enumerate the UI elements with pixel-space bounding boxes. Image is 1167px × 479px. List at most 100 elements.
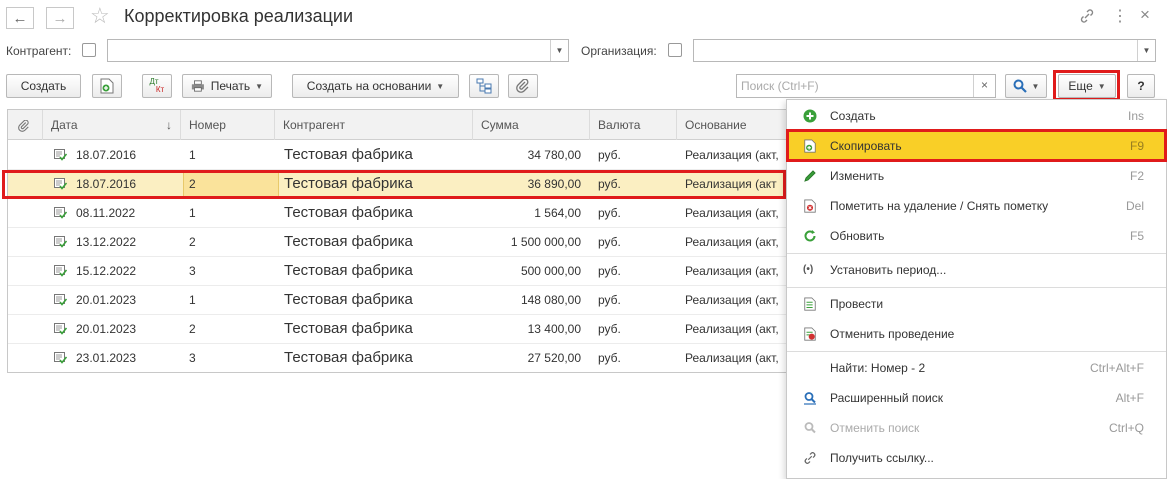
menu-item-label: Отменить проведение bbox=[830, 327, 955, 341]
paperclip-icon bbox=[516, 79, 529, 93]
menu-item-advanced-search[interactable]: Расширенный поиск Alt+F bbox=[787, 383, 1166, 413]
menu-item-shortcut: Ctrl+Q bbox=[1108, 421, 1144, 435]
menu-item-label: Отменить поиск bbox=[830, 421, 920, 435]
help-button[interactable]: ? bbox=[1127, 74, 1155, 98]
column-currency[interactable]: Валюта bbox=[590, 110, 677, 140]
table-row[interactable]: 18.07.2016 1 Тестовая фабрика 34 780,00 руб.… bbox=[8, 141, 786, 170]
menu-separator bbox=[787, 351, 1166, 352]
cell-currency: руб. bbox=[598, 264, 621, 278]
menu-item-label: Найти: Номер - 2 bbox=[830, 361, 926, 375]
refresh-icon bbox=[804, 230, 816, 242]
more-vertical-icon[interactable]: ⋮ bbox=[1112, 6, 1128, 26]
period-icon: (•) bbox=[803, 264, 814, 275]
create-based-on-button[interactable]: Создать на основании ▼ bbox=[292, 74, 459, 98]
posted-doc-icon bbox=[54, 294, 67, 306]
cell-number: 1 bbox=[189, 148, 196, 162]
posted-doc-icon bbox=[54, 149, 67, 161]
menu-item-unpost[interactable]: Отменить проведение bbox=[787, 319, 1166, 349]
cell-currency: руб. bbox=[598, 322, 621, 336]
cell-sum: 1 500 000,00 bbox=[510, 235, 581, 249]
cell-currency: руб. bbox=[598, 351, 621, 365]
table-row[interactable]: 23.01.2023 3 Тестовая фабрика 27 520,00 руб.… bbox=[8, 344, 786, 372]
chevron-down-icon[interactable]: ▼ bbox=[1137, 40, 1155, 61]
kontragent-checkbox[interactable] bbox=[82, 43, 96, 57]
pencil-icon bbox=[804, 170, 816, 182]
copy-button[interactable] bbox=[92, 74, 122, 98]
table-row[interactable]: 15.12.2022 3 Тестовая фабрика 500 000,00 руб… bbox=[8, 257, 786, 286]
menu-item-cancel-search[interactable]: Отменить поиск Ctrl+Q bbox=[787, 413, 1166, 443]
cell-number: 3 bbox=[189, 264, 196, 278]
cell-contractor: Тестовая фабрика bbox=[284, 204, 413, 221]
menu-item-shortcut: Alt+F bbox=[1115, 391, 1144, 405]
favorite-star-icon[interactable]: ☆ bbox=[90, 3, 110, 29]
search-button[interactable]: ▼ bbox=[1005, 74, 1047, 98]
unpost-doc-icon bbox=[804, 327, 816, 341]
cell-number: 1 bbox=[189, 206, 196, 220]
create-button[interactable]: Создать bbox=[6, 74, 81, 98]
more-button-annotation bbox=[1053, 70, 1120, 101]
menu-item-edit[interactable]: Изменить F2 bbox=[787, 161, 1166, 191]
cell-basis: Реализация (акт, bbox=[685, 322, 779, 336]
cell-date: 20.01.2023 bbox=[76, 293, 137, 307]
advanced-search-icon bbox=[804, 392, 816, 405]
menu-item-shortcut: Del bbox=[1125, 199, 1144, 213]
column-date-label: Дата bbox=[51, 118, 78, 132]
cell-sum: 27 520,00 bbox=[527, 351, 581, 365]
table-row[interactable]: 13.12.2022 2 Тестовая фабрика 1 500 000,00 р… bbox=[8, 228, 786, 257]
attach-button[interactable] bbox=[508, 74, 538, 98]
sort-desc-icon: ↓ bbox=[166, 118, 172, 132]
column-contractor[interactable]: Контрагент bbox=[275, 110, 473, 140]
arrow-left-icon: ← bbox=[12, 9, 28, 27]
search-icon bbox=[1013, 79, 1027, 93]
create-based-label: Создать на основании bbox=[306, 79, 432, 93]
organization-checkbox[interactable] bbox=[668, 43, 682, 57]
print-label: Печать bbox=[210, 79, 251, 93]
cell-sum: 34 780,00 bbox=[527, 148, 581, 162]
cell-basis: Реализация (акт, bbox=[685, 235, 779, 249]
column-number[interactable]: Номер bbox=[181, 110, 275, 140]
menu-item-mark-delete[interactable]: Пометить на удаление / Снять пометку Del bbox=[787, 191, 1166, 221]
kontragent-field[interactable]: ▼ bbox=[107, 39, 569, 62]
cell-basis: Реализация (акт, bbox=[685, 206, 779, 220]
column-date[interactable]: Дата ↓ bbox=[43, 110, 181, 140]
table-row[interactable]: 08.11.2022 1 Тестовая фабрика 1 564,00 руб. Р… bbox=[8, 199, 786, 228]
printer-icon bbox=[191, 80, 204, 92]
cell-currency: руб. bbox=[598, 148, 621, 162]
cell-date: 15.12.2022 bbox=[76, 264, 137, 278]
cell-date: 18.07.2016 bbox=[76, 148, 137, 162]
back-button[interactable]: ← bbox=[6, 7, 34, 29]
organization-field[interactable]: ▼ bbox=[693, 39, 1156, 62]
clear-icon[interactable]: × bbox=[973, 75, 995, 97]
menu-item-create[interactable]: Создать Ins bbox=[787, 101, 1166, 131]
menu-separator bbox=[787, 253, 1166, 254]
search-input[interactable]: Поиск (Ctrl+F) × bbox=[736, 74, 996, 98]
menu-item-label: Пометить на удаление / Снять пометку bbox=[830, 199, 1049, 213]
menu-item-find[interactable]: Найти: Номер - 2 Ctrl+Alt+F bbox=[787, 353, 1166, 383]
menu-item-set-period[interactable]: (•) Установить период... bbox=[787, 255, 1166, 285]
selected-row-annotation bbox=[2, 170, 786, 199]
hierarchy-icon bbox=[476, 78, 492, 94]
table-row[interactable]: 20.01.2023 1 Тестовая фабрика 148 080,00 руб… bbox=[8, 286, 786, 315]
cell-date: 13.12.2022 bbox=[76, 235, 137, 249]
column-basis[interactable]: Основание bbox=[677, 110, 786, 140]
menu-item-post[interactable]: Провести bbox=[787, 289, 1166, 319]
menu-item-refresh[interactable]: Обновить F5 bbox=[787, 221, 1166, 251]
print-button[interactable]: Печать ▼ bbox=[182, 74, 272, 98]
menu-item-get-link[interactable]: Получить ссылку... bbox=[787, 443, 1166, 473]
chevron-down-icon[interactable]: ▼ bbox=[550, 40, 568, 61]
table-row[interactable]: 20.01.2023 2 Тестовая фабрика 13 400,00 руб.… bbox=[8, 315, 786, 344]
attachment-column-header[interactable] bbox=[8, 110, 43, 140]
cell-contractor: Тестовая фабрика bbox=[284, 349, 413, 366]
close-icon[interactable]: × bbox=[1140, 5, 1150, 25]
structure-button[interactable] bbox=[469, 74, 499, 98]
cell-number: 2 bbox=[189, 322, 196, 336]
cell-contractor: Тестовая фабрика bbox=[284, 262, 413, 279]
search-placeholder: Поиск (Ctrl+F) bbox=[741, 79, 819, 93]
column-sum[interactable]: Сумма bbox=[473, 110, 590, 140]
posted-doc-icon bbox=[54, 236, 67, 248]
link-icon[interactable] bbox=[1079, 8, 1095, 28]
table-header: Дата ↓ Номер Контрагент Сумма Валюта Осн… bbox=[8, 110, 786, 140]
forward-button[interactable]: → bbox=[46, 7, 74, 29]
cell-basis: Реализация (акт, bbox=[685, 293, 779, 307]
dt-kt-button[interactable]: Дт Кт bbox=[142, 74, 172, 98]
